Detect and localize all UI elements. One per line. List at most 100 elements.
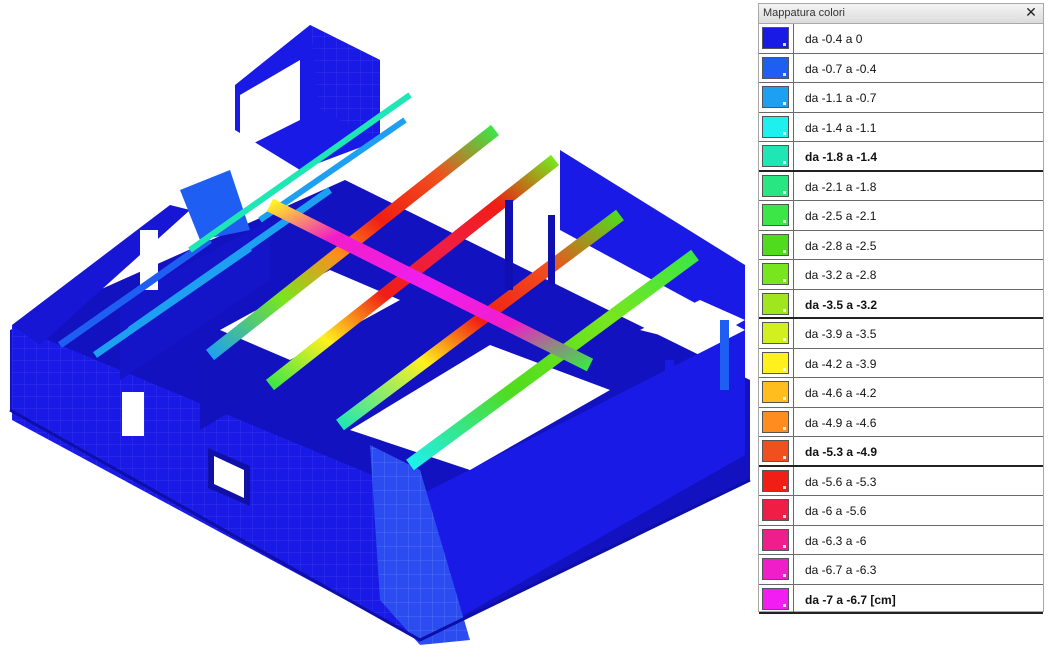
legend-divider [793,171,794,200]
legend-row[interactable]: da -6.3 a -6 [759,525,1043,555]
legend-divider [793,142,794,170]
structure-3d-model[interactable] [0,0,755,658]
legend-range-label: da -0.7 a -0.4 [805,61,877,76]
legend-range-label: da -3.2 a -2.8 [805,268,877,282]
legend-range-label: da -2.1 a -1.8 [805,179,877,194]
legend-color-swatch[interactable] [762,381,789,403]
swatch-grip-icon [783,190,786,194]
legend-range-label: da -6.7 a -6.3 [805,563,877,577]
column-4 [548,215,555,285]
legend-color-swatch[interactable] [762,263,789,285]
legend-color-swatch[interactable] [762,499,789,521]
legend-color-swatch[interactable] [762,27,789,49]
legend-row[interactable]: da -0.4 a 0 [759,24,1043,54]
swatch-grip-icon [783,544,786,548]
swatch-grip-icon [783,456,786,459]
legend-row[interactable]: da -7 a -6.7 [cm] [759,584,1043,614]
legend-row[interactable]: da -2.8 a -2.5 [759,230,1043,260]
legend-color-swatch[interactable] [762,528,789,551]
legend-color-swatch[interactable] [762,56,789,79]
legend-color-swatch[interactable] [762,86,789,108]
legend-divider [793,289,794,317]
swatch-grip-icon [783,131,786,135]
swatch-grip-icon [783,161,786,164]
legend-color-swatch[interactable] [762,233,789,256]
close-icon[interactable]: ✕ [1024,5,1038,21]
legend-rows: da -0.4 a 0 da -0.7 a -0.4 da -1.1 a -0.7 d… [759,24,1043,614]
legend-title: Mappatura colori [763,7,845,19]
legend-range-label: da -7 a -6.7 [cm] [805,592,896,607]
legend-divider [793,555,794,584]
legend-row[interactable]: da -6.7 a -6.3 [759,555,1043,585]
legend-divider [793,407,794,436]
swatch-grip-icon [783,279,786,282]
swatch-grip-icon [783,397,786,400]
model-viewport[interactable] [0,0,755,658]
legend-color-swatch[interactable] [762,145,789,167]
legend-row[interactable]: da -6 a -5.6 [759,496,1043,526]
legend-color-swatch[interactable] [762,174,789,197]
legend-row[interactable]: da -3.2 a -2.8 [759,260,1043,290]
swatch-grip-icon [783,102,786,105]
legend-divider [793,496,794,525]
swatch-grip-icon [783,574,786,577]
legend-header: Mappatura colori ✕ [759,4,1043,24]
legend-range-label: da -1.8 a -1.4 [805,150,878,164]
swatch-grip-icon [783,426,786,430]
color-map-panel[interactable]: Mappatura colori ✕ da -0.4 a 0 da -0.7 a … [758,3,1044,614]
legend-row[interactable]: da -4.6 a -4.2 [759,378,1043,408]
legend-row[interactable]: da -3.9 a -3.5 [759,319,1043,349]
legend-row[interactable]: da -0.7 a -0.4 [759,53,1043,83]
legend-range-label: da -4.6 a -4.2 [805,386,877,400]
legend-range-label: da -5.3 a -4.9 [805,445,878,459]
column-3 [665,360,674,440]
legend-divider [793,466,794,495]
legend-divider [793,53,794,82]
column-1 [505,200,513,290]
swatch-grip-icon [783,72,786,76]
legend-row[interactable]: da -4.2 a -3.9 [759,348,1043,378]
legend-row[interactable]: da -1.1 a -0.7 [759,83,1043,113]
legend-row[interactable]: da -3.5 a -3.2 [759,289,1043,319]
swatch-grip-icon [783,43,786,46]
legend-row[interactable]: da -5.3 a -4.9 [759,437,1043,467]
legend-range-label: da -3.5 a -3.2 [805,297,878,312]
legend-divider [793,348,794,377]
legend-range-label: da -3.9 a -3.5 [805,327,877,341]
legend-row[interactable]: da -1.4 a -1.1 [759,112,1043,142]
legend-range-label: da -4.2 a -3.9 [805,356,877,371]
legend-color-swatch[interactable] [762,558,789,580]
legend-divider [793,584,794,612]
swatch-grip-icon [783,485,786,489]
legend-divider [793,319,794,348]
swatch-grip-icon [783,515,786,518]
legend-divider [793,230,794,259]
legend-divider [793,378,794,407]
legend-color-swatch[interactable] [762,587,789,610]
legend-row[interactable]: da -1.8 a -1.4 [759,142,1043,172]
legend-row[interactable]: da -2.1 a -1.8 [759,171,1043,201]
swatch-grip-icon [783,220,786,223]
legend-row[interactable]: da -5.6 a -5.3 [759,466,1043,496]
legend-range-label: da -0.4 a 0 [805,32,863,46]
legend-range-label: da -1.4 a -1.1 [805,120,877,135]
column-2 [720,320,729,390]
legend-color-swatch[interactable] [762,204,789,226]
legend-color-swatch[interactable] [762,351,789,374]
legend-divider [793,437,794,465]
legend-row[interactable]: da -2.5 a -2.1 [759,201,1043,231]
legend-color-swatch[interactable] [762,115,789,138]
legend-color-swatch[interactable] [762,469,789,492]
swatch-grip-icon [783,308,786,312]
legend-range-label: da -4.9 a -4.6 [805,415,877,430]
legend-color-swatch[interactable] [762,322,789,344]
legend-row[interactable]: da -4.9 a -4.6 [759,407,1043,437]
legend-color-swatch[interactable] [762,292,789,315]
swatch-grip-icon [783,338,786,341]
swatch-grip-icon [783,367,786,371]
legend-range-label: da -1.1 a -0.7 [805,91,877,105]
legend-range-label: da -2.5 a -2.1 [805,209,877,223]
legend-color-swatch[interactable] [762,440,789,462]
legend-color-swatch[interactable] [762,410,789,433]
swatch-grip-icon [783,603,786,607]
